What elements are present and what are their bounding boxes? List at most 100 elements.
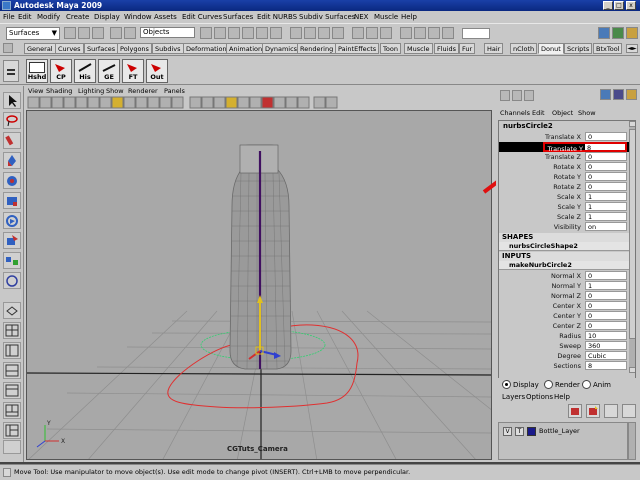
tab-scripts[interactable]: Scripts [564, 43, 593, 54]
channel-menu-edit[interactable]: Edit [532, 109, 545, 117]
menu-edit-nurbs[interactable]: Edit NURBS [257, 13, 297, 21]
menu-surfaces[interactable]: Surfaces [223, 13, 253, 21]
channel-menu-channels[interactable]: Channels [500, 109, 530, 117]
attr-value-field[interactable]: 360 [585, 341, 627, 350]
channel-box-toggle-icon[interactable] [613, 89, 624, 100]
tab-animation[interactable]: Animation [226, 43, 266, 54]
tab-dynamics[interactable]: Dynamics [262, 43, 301, 54]
save-scene-icon[interactable] [92, 27, 104, 39]
display-radio[interactable] [502, 380, 511, 389]
shelf-button-cp[interactable]: CP [50, 59, 72, 83]
shelf-scroll-arrows[interactable]: ◄► [626, 44, 638, 53]
open-scene-icon[interactable] [78, 27, 90, 39]
channel-menu-show[interactable]: Show [578, 109, 596, 117]
history-input-icon[interactable] [352, 27, 364, 39]
shelf-button-ft[interactable]: FT [122, 59, 144, 83]
snap-plane-icon[interactable] [332, 27, 344, 39]
render-settings-icon[interactable] [442, 27, 454, 39]
layer-menu-help[interactable]: Help [554, 393, 570, 401]
channel-layout-3-icon[interactable] [524, 90, 534, 101]
render-mode-label[interactable]: Render [555, 381, 580, 389]
tab-general[interactable]: General [24, 43, 56, 54]
tab-polygons[interactable]: Polygons [117, 43, 152, 54]
shelf-options-icon[interactable] [3, 60, 19, 82]
menu-set-dropdown[interactable]: Surfaces ▼ [6, 27, 60, 40]
soft-mod-tool-icon[interactable] [3, 232, 21, 249]
attr-row[interactable]: Scale Y 1 [499, 202, 629, 212]
layer-extra-icon[interactable] [622, 404, 636, 418]
single-perspective-layout-icon[interactable] [3, 302, 21, 319]
maximize-button[interactable]: □ [614, 1, 624, 10]
input-attr-row[interactable]: Sweep 360 [499, 341, 629, 351]
mask-joints-icon[interactable] [256, 27, 268, 39]
four-view-layout-icon[interactable] [3, 322, 21, 339]
attr-value-field[interactable]: 1 [585, 281, 627, 290]
manipulator-tool-icon[interactable] [3, 212, 21, 229]
menu-display[interactable]: Display [94, 13, 120, 21]
tab-hair[interactable]: Hair [484, 43, 504, 54]
attr-value-field[interactable]: 0 [585, 311, 627, 320]
select-hierarchy-icon[interactable] [110, 27, 122, 39]
viewport-menu-renderer[interactable]: Renderer [128, 87, 158, 95]
attr-value-field[interactable]: 8 [585, 142, 627, 152]
mask-curves-icon[interactable] [214, 27, 226, 39]
layer-menu-layers[interactable]: Layers [502, 393, 525, 401]
render-radio[interactable] [544, 380, 553, 389]
create-layer-from-selected-icon[interactable] [586, 404, 600, 418]
attr-value-field[interactable]: 0 [585, 132, 627, 141]
show-attribute-editor-icon[interactable] [598, 27, 610, 39]
input-node-name[interactable]: makeNurbCircle2 [499, 261, 629, 270]
mask-misc-icon[interactable] [270, 27, 282, 39]
input-attr-row[interactable]: Normal X 0 [499, 271, 629, 281]
shape-node-name[interactable]: nurbsCircleShape2 [499, 242, 629, 251]
render-view-icon[interactable] [400, 27, 412, 39]
mask-icon[interactable] [200, 27, 212, 39]
tab-surfaces[interactable]: Surfaces [84, 43, 119, 54]
menu-nex[interactable]: NEX [354, 13, 368, 21]
show-tool-settings-icon[interactable] [612, 27, 624, 39]
attr-row[interactable]: Scale Z 1 [499, 212, 629, 222]
attr-row[interactable]: Scale X 1 [499, 192, 629, 202]
input-attr-row[interactable]: Normal Y 1 [499, 281, 629, 291]
anim-radio[interactable] [582, 380, 591, 389]
attr-value-field[interactable]: 0 [585, 291, 627, 300]
viewport-menu-shading[interactable]: Shading [46, 87, 72, 95]
history-output-icon[interactable] [366, 27, 378, 39]
minimize-button[interactable]: _ [603, 1, 613, 10]
rotate-tool-icon[interactable] [3, 172, 21, 189]
scale-tool-icon[interactable] [3, 192, 21, 209]
menu-edit[interactable]: Edit [18, 13, 32, 21]
construction-history-icon[interactable] [380, 27, 392, 39]
input-attr-row[interactable]: Normal Z 0 [499, 291, 629, 301]
layer-visibility-toggle[interactable]: V [503, 427, 512, 436]
menu-muscle[interactable]: Muscle [374, 13, 398, 21]
tab-painteffects[interactable]: PaintEffects [335, 43, 380, 54]
perspective-viewport[interactable]: Y X CGTuts_Camera [26, 110, 492, 460]
channel-layout-1-icon[interactable] [500, 90, 510, 101]
attr-row[interactable]: Rotate X 0 [499, 162, 629, 172]
attr-value-field[interactable]: on [585, 222, 627, 231]
attr-value-field[interactable]: 8 [585, 361, 627, 370]
attr-row-selected[interactable]: Translate Y 8 [499, 142, 629, 153]
selected-node-name[interactable]: nurbsCircle2 [500, 122, 628, 132]
mask-deform-icon[interactable] [242, 27, 254, 39]
snap-grid-icon[interactable] [290, 27, 302, 39]
move-tool-icon[interactable] [3, 152, 21, 169]
lasso-tool-icon[interactable] [3, 112, 21, 129]
viewport-menu-view[interactable]: View [28, 87, 43, 95]
snap-curve-icon[interactable] [304, 27, 316, 39]
input-attr-row[interactable]: Center Y 0 [499, 311, 629, 321]
tab-toon[interactable]: Toon [380, 43, 401, 54]
tab-btxtool[interactable]: BtxTool [593, 43, 623, 54]
tab-subdivs[interactable]: Subdivs [152, 43, 184, 54]
render-frame-icon[interactable] [414, 27, 426, 39]
menu-edit-curves[interactable]: Edit Curves [182, 13, 222, 21]
shelf-button-out[interactable]: Out [146, 59, 168, 83]
attr-value-field[interactable]: 10 [585, 331, 627, 340]
attr-value-field[interactable]: 1 [585, 212, 627, 221]
show-channel-box-icon[interactable] [626, 27, 638, 39]
tab-fur[interactable]: Fur [459, 43, 476, 54]
shelf-button-ge[interactable]: GE [98, 59, 120, 83]
input-attr-row[interactable]: Center Z 0 [499, 321, 629, 331]
attr-value-field[interactable]: 0 [585, 182, 627, 191]
